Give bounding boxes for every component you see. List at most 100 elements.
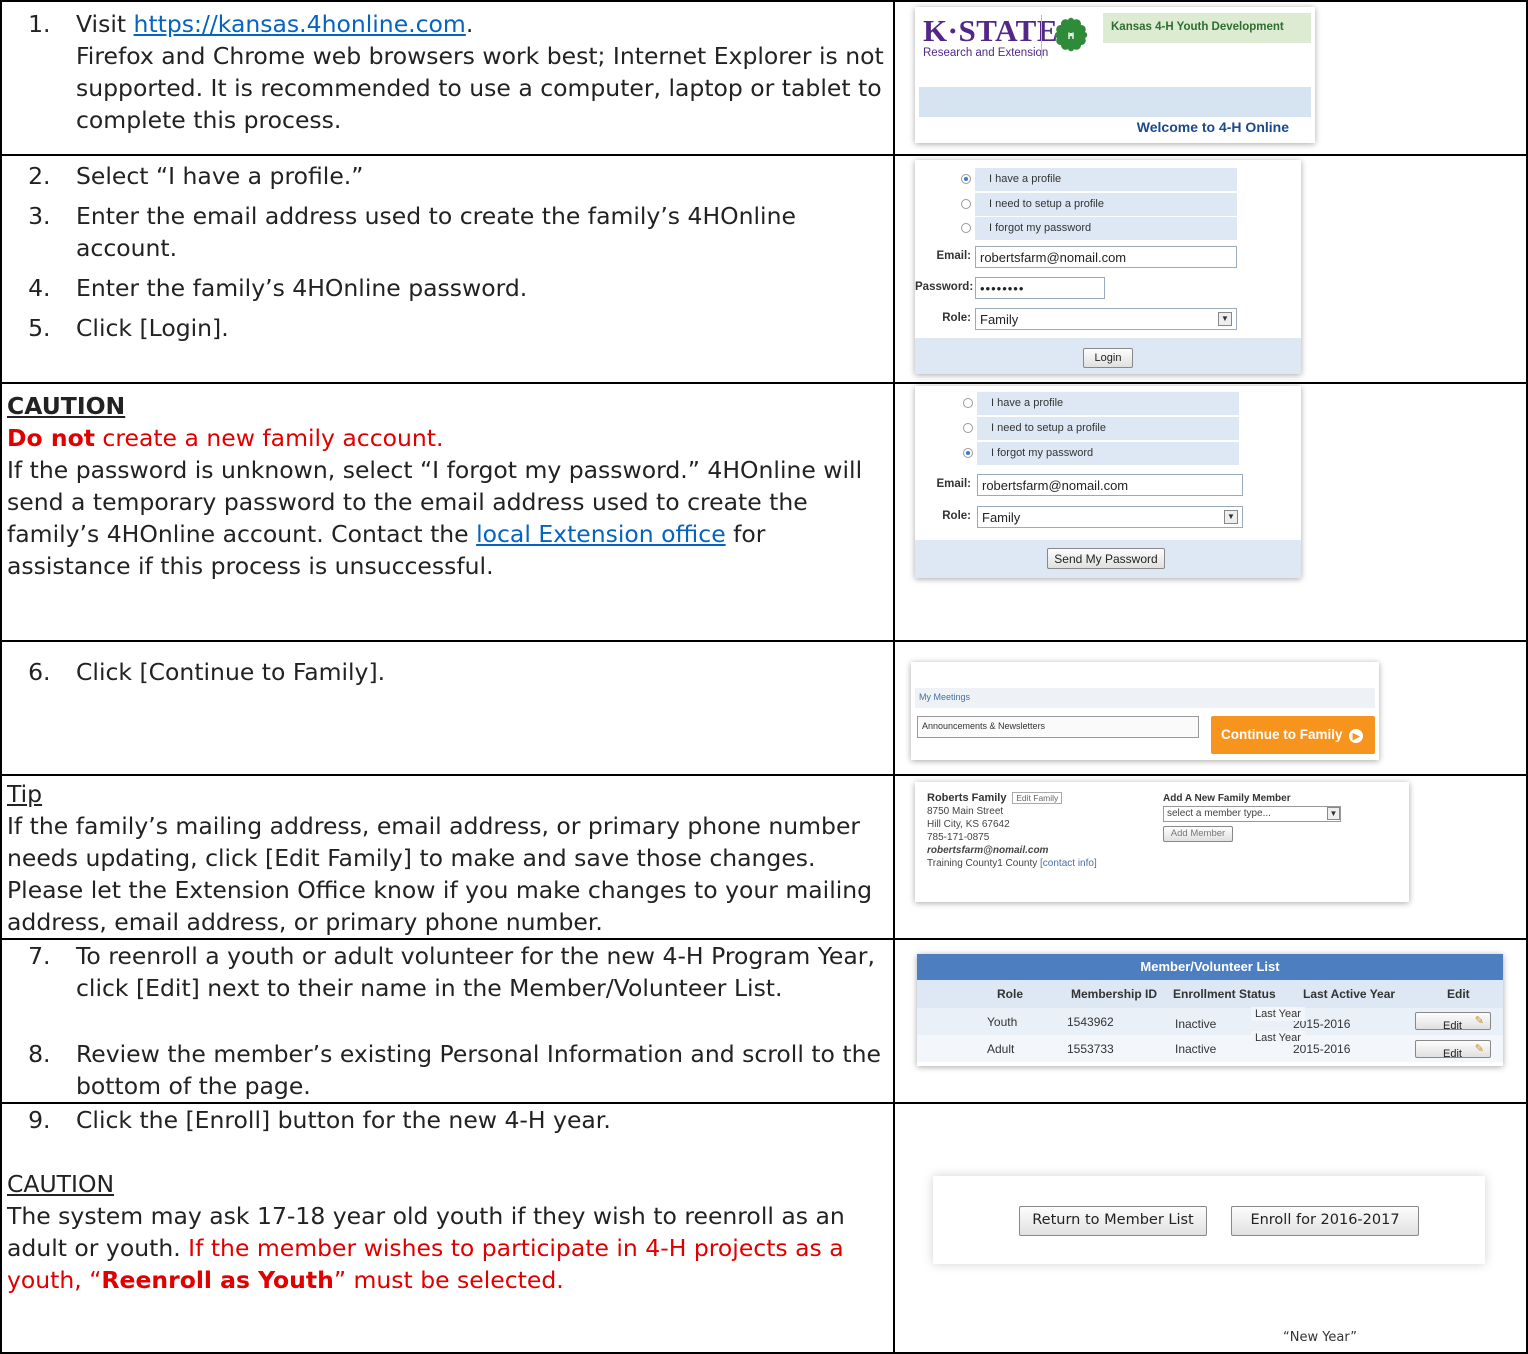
continue-to-family-button[interactable]: Continue to Family ▶ xyxy=(1211,716,1375,754)
family-screenshot-cell: Roberts Family Edit Family 8750 Main Str… xyxy=(893,774,1528,940)
row-status: Inactive xyxy=(1175,1042,1217,1056)
step-1-prefix: Visit xyxy=(76,10,134,38)
contact-info-link[interactable]: [contact info] xyxy=(1040,858,1097,869)
edit-button-youth-label: Edit xyxy=(1443,1020,1462,1032)
step-4: Enter the family’s 4HOnline password. xyxy=(58,272,893,304)
password-label: Password: xyxy=(915,281,974,293)
members-screenshot-cell: Member/Volunteer List Role Membership ID… xyxy=(893,938,1528,1104)
radio-forgot-password-2[interactable] xyxy=(963,448,973,458)
option-setup-profile[interactable]: I need to setup a profile xyxy=(975,193,1237,216)
header-blue-band xyxy=(919,87,1311,117)
radio-have-profile[interactable] xyxy=(961,174,971,184)
header-screenshot: K·STATE Research and Extension H Kansas … xyxy=(915,7,1315,143)
local-extension-office-link[interactable]: local Extension office xyxy=(476,520,726,548)
new-year-caption: “New Year” xyxy=(1283,1330,1358,1345)
col-membership-id: Membership ID xyxy=(1071,987,1158,1001)
email-label-2: Email: xyxy=(936,478,971,490)
member-list-title: Member/Volunteer List xyxy=(917,954,1503,980)
send-my-password-button[interactable]: Send My Password xyxy=(1047,548,1165,569)
pencil-icon: ✎ xyxy=(1474,1043,1484,1055)
password-field[interactable]: •••••••• xyxy=(975,277,1105,299)
step-6: Click [Continue to Family]. xyxy=(58,656,893,688)
edit-family-button[interactable]: Edit Family xyxy=(1012,792,1063,804)
tip-cell: Tip If the family’s mailing address, ema… xyxy=(0,774,895,940)
enroll-button[interactable]: Enroll for 2016-2017 xyxy=(1231,1206,1419,1236)
radio-forgot-password[interactable] xyxy=(961,223,971,233)
role-select-2[interactable]: Family xyxy=(977,506,1243,528)
family-name: Roberts Family xyxy=(927,792,1007,804)
step-9: Click the [Enroll] button for the new 4-… xyxy=(58,1104,893,1136)
step-5: Click [Login]. xyxy=(58,312,893,344)
member-type-dropdown-icon[interactable]: ▼ xyxy=(1327,807,1340,820)
forgot-screenshot-cell: I have a profile I need to setup a profi… xyxy=(893,382,1528,642)
family-screenshot: Roberts Family Edit Family 8750 Main Str… xyxy=(915,782,1409,902)
browser-note: Firefox and Chrome web browsers work bes… xyxy=(76,42,884,134)
logo-separator xyxy=(1041,15,1042,59)
option-forgot-password-label: I forgot my password xyxy=(989,222,1092,234)
tip-heading: Tip xyxy=(7,780,43,808)
option-setup-profile-label: I need to setup a profile xyxy=(989,198,1104,210)
row-membership-id: 1543962 xyxy=(1067,1015,1114,1029)
svg-text:H: H xyxy=(1068,31,1075,41)
kstate-logo-subtitle: Research and Extension xyxy=(923,47,1049,59)
edit-button-adult-label: Edit xyxy=(1443,1048,1462,1060)
option-have-profile-2[interactable]: I have a profile xyxy=(977,392,1239,415)
continue-screenshot: My Meetings Announcements & Newsletters … xyxy=(911,662,1379,760)
dropdown-arrow-icon[interactable]: ▼ xyxy=(1218,312,1232,326)
step-1-suffix: . xyxy=(465,10,474,38)
my-meetings-bar[interactable]: My Meetings xyxy=(915,688,1375,708)
option-setup-profile-2-label: I need to setup a profile xyxy=(991,422,1106,434)
return-to-member-list-button[interactable]: Return to Member List xyxy=(1019,1206,1207,1236)
kansas-4honline-link[interactable]: https://kansas.4honline.com xyxy=(134,10,466,38)
email-field-2[interactable]: robertsfarm@nomail.com xyxy=(977,474,1243,496)
pencil-icon: ✎ xyxy=(1474,1015,1484,1027)
caution-2-body: The system may ask 17-18 year old youth … xyxy=(7,1200,889,1296)
steps-2-5-cell: Select “I have a profile.” Enter the ema… xyxy=(0,154,895,384)
col-role: Role xyxy=(997,987,1024,1001)
option-forgot-password[interactable]: I forgot my password xyxy=(975,217,1237,240)
caution-1-heading: CAUTION xyxy=(7,392,126,420)
member-list-header-row: Role Membership ID Enrollment Status Las… xyxy=(917,980,1503,1008)
dropdown-arrow-icon-2[interactable]: ▼ xyxy=(1224,510,1238,524)
option-forgot-password-2[interactable]: I forgot my password xyxy=(977,442,1239,465)
instruction-table: Visit https://kansas.4honline.com. Firef… xyxy=(0,0,1528,1354)
family-city: Hill City, KS 67642 xyxy=(927,819,1010,830)
radio-setup-profile-2[interactable] xyxy=(963,423,973,433)
edit-button-youth[interactable]: Edit ✎ xyxy=(1415,1012,1491,1032)
member-volunteer-list-screenshot: Member/Volunteer List Role Membership ID… xyxy=(917,954,1503,1066)
row-status: Inactive xyxy=(1175,1017,1217,1031)
continue-to-family-label: Continue to Family xyxy=(1221,727,1343,742)
family-street: 8750 Main Street xyxy=(927,806,1004,817)
col-edit: Edit xyxy=(1447,987,1470,1001)
step-2: Select “I have a profile.” xyxy=(58,160,893,192)
row-role: Adult xyxy=(987,1042,1015,1056)
add-member-button[interactable]: Add Member xyxy=(1163,826,1233,842)
program-title: Kansas 4-H Youth Development xyxy=(1103,13,1311,43)
row-membership-id: 1553733 xyxy=(1067,1042,1114,1056)
caution-1-body: If the password is unknown, select “I fo… xyxy=(7,454,889,582)
table-row: Youth 1543962 Inactive 2015-2016 Edit ✎ xyxy=(917,1008,1503,1035)
enroll-screenshot-cell: Return to Member List Enroll for 2016-20… xyxy=(893,1102,1528,1354)
member-type-select[interactable]: select a member type... xyxy=(1163,806,1341,822)
enroll-screenshot: Return to Member List Enroll for 2016-20… xyxy=(933,1176,1485,1264)
option-setup-profile-2[interactable]: I need to setup a profile xyxy=(977,417,1239,440)
caution-do-not-rest: create a new family account. xyxy=(94,424,444,452)
option-have-profile[interactable]: I have a profile xyxy=(975,168,1237,191)
forgot-password-screenshot: I have a profile I need to setup a profi… xyxy=(915,386,1301,578)
announcements-tab[interactable]: Announcements & Newsletters xyxy=(917,716,1199,738)
family-email: robertsfarm@nomail.com xyxy=(927,845,1049,856)
role-label-2: Role: xyxy=(942,510,971,522)
edit-button-adult[interactable]: Edit ✎ xyxy=(1415,1040,1491,1060)
radio-have-profile-2[interactable] xyxy=(963,398,973,408)
role-label: Role: xyxy=(942,312,971,324)
role-select[interactable]: Family xyxy=(975,308,1237,330)
email-field[interactable]: robertsfarm@nomail.com xyxy=(975,246,1237,268)
caution-1-cell: CAUTION Do not create a new family accou… xyxy=(0,382,895,642)
step-3: Enter the email address used to create t… xyxy=(58,200,893,264)
step-6-cell: Click [Continue to Family]. xyxy=(0,640,895,776)
radio-setup-profile[interactable] xyxy=(961,199,971,209)
continue-screenshot-cell: My Meetings Announcements & Newsletters … xyxy=(893,640,1528,776)
login-button[interactable]: Login xyxy=(1083,348,1133,368)
step-1-cell: Visit https://kansas.4honline.com. Firef… xyxy=(0,0,895,156)
caution-2-red-end: ” must be selected. xyxy=(333,1266,564,1294)
